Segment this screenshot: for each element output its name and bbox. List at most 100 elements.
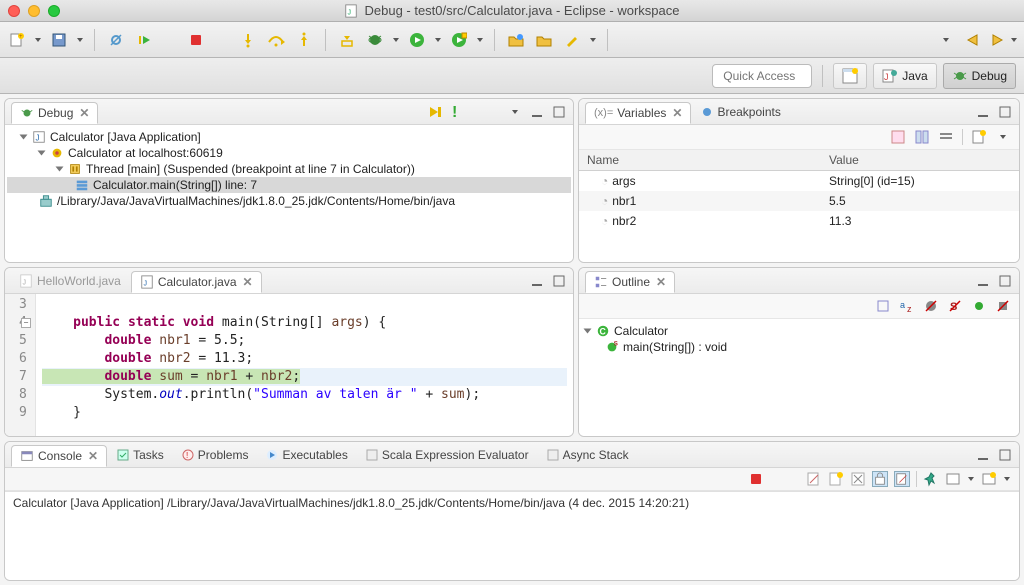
problems-tab[interactable]: ! Problems [174,445,257,465]
editor-gutter[interactable]: 3 −4 5 6 7 8 9 [5,294,36,436]
close-icon[interactable]: ✕ [656,275,666,289]
layout-button[interactable]: ! [449,104,465,120]
remove-launch-icon[interactable] [806,471,822,487]
hide-nonpublic-icon[interactable] [971,298,987,314]
executables-tab[interactable]: Executables [258,445,355,465]
terminate-button[interactable] [185,29,207,51]
console-output[interactable] [5,514,1019,580]
word-wrap-icon[interactable] [894,471,910,487]
open-console-dropdown[interactable] [1003,477,1011,481]
outline-method[interactable]: S main(String[]) : void [585,339,1013,355]
minimize-view-button[interactable] [975,447,991,463]
focus-icon[interactable] [875,298,891,314]
debug-view-tab[interactable]: Debug ✕ [11,102,98,124]
window-zoom-button[interactable] [48,5,60,17]
debug-tree-frame[interactable]: Calculator.main(String[]) line: 7 [7,177,571,193]
maximize-view-button[interactable] [997,447,1013,463]
show-type-names-icon[interactable] [890,129,906,145]
close-icon[interactable]: ✕ [243,275,253,289]
collapse-all-icon[interactable] [938,129,954,145]
editor-code[interactable]: public static void main(String[] args) {… [36,294,573,436]
display-selected-console-icon[interactable] [945,471,961,487]
nav-dropdown[interactable] [1010,29,1018,51]
new-project-button[interactable] [505,29,527,51]
debug-tree-jvm[interactable]: /Library/Java/JavaVirtualMachines/jdk1.8… [7,193,571,209]
minimize-view-button[interactable] [529,104,545,120]
close-icon[interactable]: ✕ [79,106,89,120]
step-into-button[interactable] [237,29,259,51]
editor-tab-inactive[interactable]: J HelloWorld.java [11,271,129,291]
chevron-down-icon[interactable] [584,329,592,334]
scroll-lock-icon[interactable] [872,471,888,487]
console-terminate-button[interactable] [748,471,764,487]
open-project-button[interactable] [533,29,555,51]
chevron-down-icon[interactable] [20,135,28,140]
remove-all-terminated-icon[interactable] [828,471,844,487]
quick-access-input[interactable] [712,64,812,88]
run-last-dropdown[interactable] [476,38,484,42]
breakpoints-tab[interactable]: Breakpoints [693,102,788,122]
nav-forward-button[interactable] [986,29,1008,51]
scala-evaluator-tab[interactable]: Scala Expression Evaluator [358,445,537,465]
variables-col-value[interactable]: Value [821,150,1019,171]
debug-dropdown[interactable] [392,38,400,42]
edit-dropdown[interactable] [589,38,597,42]
console-select-dropdown[interactable] [967,477,975,481]
hide-local-icon[interactable] [995,298,1011,314]
run-launch-button[interactable] [406,29,428,51]
pin-console-icon[interactable] [923,471,939,487]
step-over-button[interactable] [265,29,287,51]
table-row[interactable]: ◔nbr2 11.3 [579,211,1019,231]
save-dropdown[interactable] [76,38,84,42]
hide-fields-icon[interactable] [923,298,939,314]
view-menu-button[interactable] [995,129,1011,145]
clear-console-icon[interactable] [850,471,866,487]
minimize-view-button[interactable] [975,273,991,289]
window-minimize-button[interactable] [28,5,40,17]
maximize-view-button[interactable] [551,104,567,120]
variables-tab[interactable]: (x)= Variables ✕ [585,102,691,124]
new-button[interactable]: + [6,29,28,51]
window-close-button[interactable] [8,5,20,17]
step-return-button[interactable] [293,29,315,51]
table-row[interactable]: ◔nbr1 5.5 [579,191,1019,211]
console-tab[interactable]: Console ✕ [11,445,107,467]
debug-tree-target[interactable]: Calculator at localhost:60619 [7,145,571,161]
maximize-view-button[interactable] [997,273,1013,289]
debug-tree-app[interactable]: J Calculator [Java Application] [7,129,571,145]
tasks-tab[interactable]: Tasks [109,445,172,465]
chevron-down-icon[interactable] [38,151,46,156]
outline-tab[interactable]: Outline ✕ [585,271,675,293]
debug-perspective-button[interactable]: Debug [943,63,1016,89]
variables-col-name[interactable]: Name [579,150,821,171]
table-row[interactable]: ◔args String[0] (id=15) [579,171,1019,192]
sort-icon[interactable]: az [899,298,915,314]
minimize-view-button[interactable] [529,273,545,289]
more-dropdown[interactable] [942,38,950,42]
editor-tab-active[interactable]: J Calculator.java ✕ [131,271,262,293]
new-dropdown[interactable] [34,38,42,42]
maximize-view-button[interactable] [551,273,567,289]
editor-body[interactable]: 3 −4 5 6 7 8 9 public static void main(S… [5,294,573,436]
drop-to-frame-button[interactable] [336,29,358,51]
show-logical-icon[interactable] [914,129,930,145]
close-icon[interactable]: ✕ [88,449,98,463]
async-stack-tab[interactable]: Async Stack [539,445,637,465]
run-dropdown[interactable] [434,38,442,42]
close-icon[interactable]: ✕ [672,106,682,120]
open-console-icon[interactable] [981,471,997,487]
edit-button[interactable] [561,29,583,51]
nav-back-button[interactable] [962,29,984,51]
minimize-view-button[interactable] [975,104,991,120]
instruction-pointer-button[interactable] [427,104,443,120]
skip-breakpoints-button[interactable] [105,29,127,51]
hide-static-icon[interactable]: S [947,298,963,314]
view-menu-button[interactable] [507,104,523,120]
debug-launch-button[interactable] [364,29,386,51]
outline-class[interactable]: C Calculator [585,323,1013,339]
maximize-view-button[interactable] [997,104,1013,120]
java-perspective-button[interactable]: J Java [873,63,936,89]
open-perspective-button[interactable] [833,63,867,89]
run-last-button[interactable] [448,29,470,51]
debug-tree-thread[interactable]: Thread [main] (Suspended (breakpoint at … [7,161,571,177]
